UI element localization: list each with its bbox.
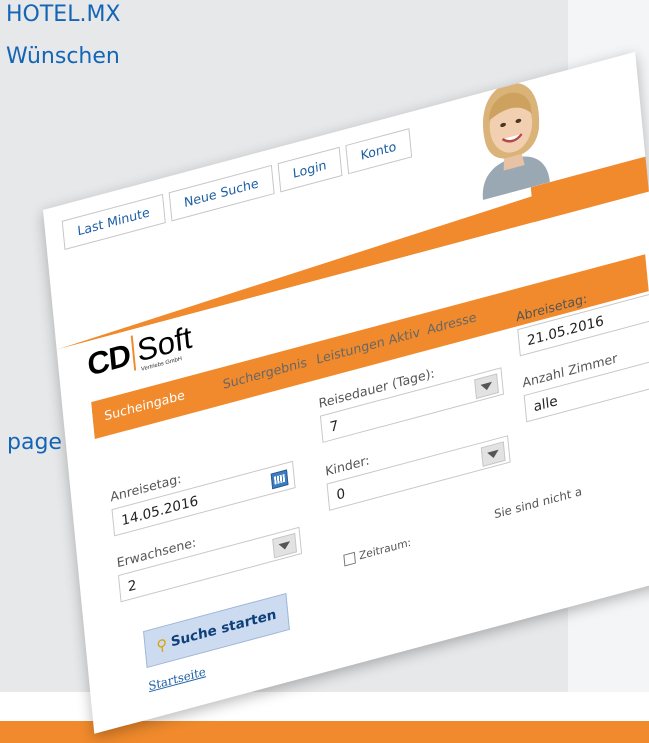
calendar-icon[interactable] (270, 469, 289, 490)
nav-neue-suche[interactable]: Neue Suche (168, 164, 275, 222)
key-search-icon: ⚲ (155, 634, 169, 656)
logo-cd: CD (85, 336, 132, 383)
suche-starten-button[interactable]: ⚲ Suche starten (143, 592, 290, 669)
chevron-down-icon[interactable] (480, 441, 506, 467)
zeitraum-option[interactable]: Zeitraum: (343, 535, 412, 567)
kinder-value: 0 (335, 485, 346, 504)
background-text-3: page (7, 430, 62, 455)
background-heading-2: Wünschen (6, 44, 120, 69)
cdsoft-logo: CD Soft Vertriebs GmbH (85, 319, 194, 387)
step-label: Adresse (426, 310, 478, 339)
login-status-text: Sie sind nicht a (493, 484, 583, 522)
background-heading-1: HOTEL.MX (6, 2, 121, 27)
anzahl-zimmer-value: alle (532, 393, 559, 416)
nav-login[interactable]: Login (277, 146, 343, 193)
erwachsene-value: 2 (127, 577, 138, 596)
nav-konto[interactable]: Konto (345, 128, 412, 175)
startseite-link[interactable]: Startseite (148, 664, 206, 693)
zeitraum-label: Zeitraum: (358, 535, 412, 563)
nav-last-minute[interactable]: Last Minute (61, 193, 166, 251)
suche-starten-label: Suche starten (170, 606, 278, 651)
reisedauer-value: 7 (329, 417, 340, 436)
chevron-down-icon[interactable] (474, 373, 499, 399)
chevron-down-icon[interactable] (272, 532, 298, 559)
step-label: Sucheingabe (103, 388, 186, 425)
zeitraum-checkbox[interactable] (343, 551, 356, 566)
